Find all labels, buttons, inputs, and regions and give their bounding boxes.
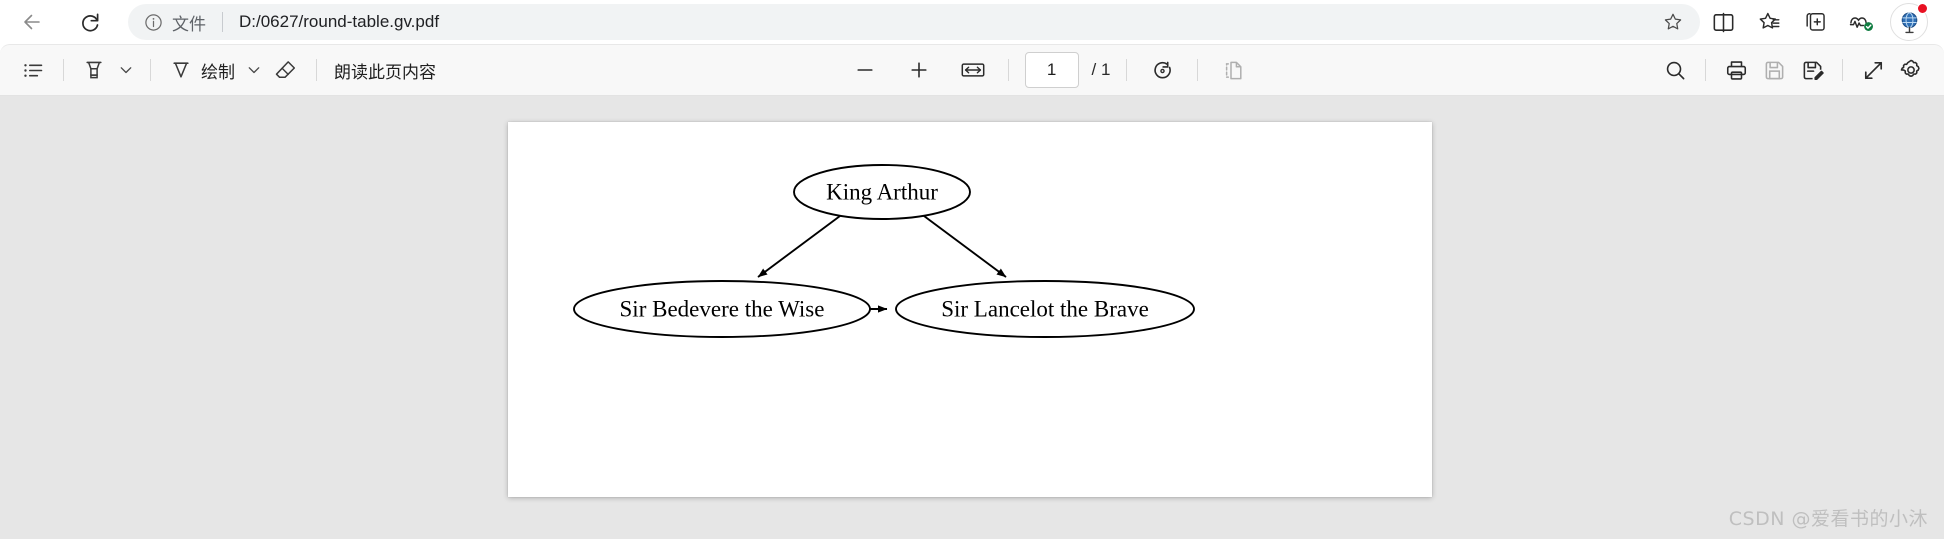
browser-essentials-button[interactable] bbox=[1838, 2, 1884, 42]
fullscreen-button[interactable] bbox=[1854, 51, 1892, 89]
collections-button[interactable] bbox=[1792, 2, 1838, 42]
node-label: Sir Lancelot the Brave bbox=[941, 297, 1149, 322]
toc-button[interactable] bbox=[14, 51, 52, 89]
highlighter-button[interactable] bbox=[75, 51, 113, 89]
omnibox-divider bbox=[222, 12, 223, 32]
profile-notification-badge bbox=[1917, 3, 1928, 14]
node-king-arthur[interactable]: King Arthur bbox=[793, 164, 971, 220]
save-button[interactable] bbox=[1755, 51, 1793, 89]
toolbar-divider bbox=[1842, 59, 1843, 81]
rotate-icon bbox=[1154, 61, 1171, 78]
browser-toolbar: 文件 D:/0627/round-table.gv.pdf bbox=[0, 0, 1944, 44]
save-as-button[interactable] bbox=[1793, 51, 1831, 89]
highlighter-icon bbox=[86, 61, 102, 79]
heartbeat-icon bbox=[1849, 16, 1873, 31]
edge-arthur-lancelot bbox=[919, 212, 1007, 278]
pdf-page: King Arthur Sir Bedevere the Wise Sir La… bbox=[508, 122, 1432, 497]
graph-nodes: King Arthur Sir Bedevere the Wise Sir La… bbox=[573, 164, 1195, 338]
toolbar-divider bbox=[1705, 59, 1706, 81]
print-button[interactable] bbox=[1717, 51, 1755, 89]
save-as-icon bbox=[1803, 61, 1824, 80]
watermark-text: CSDN @爱看书的小沐 bbox=[1728, 508, 1928, 530]
browser-actions bbox=[1700, 2, 1944, 42]
settings-button[interactable] bbox=[1892, 51, 1930, 89]
node-sir-lancelot[interactable]: Sir Lancelot the Brave bbox=[895, 280, 1195, 338]
back-button[interactable] bbox=[12, 2, 52, 42]
gear-icon bbox=[1900, 59, 1920, 78]
save-icon bbox=[1765, 61, 1783, 79]
toolbar-divider bbox=[1197, 59, 1199, 81]
plus-icon bbox=[910, 62, 927, 78]
fit-width-icon bbox=[961, 63, 984, 77]
page-number-input[interactable] bbox=[1024, 52, 1079, 88]
reload-button[interactable] bbox=[70, 2, 110, 42]
pdf-viewer-area[interactable]: King Arthur Sir Bedevere the Wise Sir La… bbox=[0, 96, 1944, 539]
search-icon bbox=[1666, 61, 1684, 79]
node-label: King Arthur bbox=[826, 180, 938, 205]
back-arrow-icon bbox=[24, 14, 40, 30]
search-button[interactable] bbox=[1656, 51, 1694, 89]
eraser-icon bbox=[275, 61, 296, 79]
draw-pen-icon bbox=[173, 62, 189, 78]
rotate-button[interactable] bbox=[1143, 51, 1181, 89]
node-label: Sir Bedevere the Wise bbox=[620, 297, 825, 322]
zoom-in-button[interactable] bbox=[900, 51, 938, 89]
bookmark-star-icon[interactable] bbox=[1656, 5, 1690, 39]
pdf-toolbar-right bbox=[1656, 51, 1944, 89]
minus-icon bbox=[856, 69, 873, 71]
pdf-toolbar-left: 绘制 朗读此页内容 bbox=[0, 51, 442, 89]
pdf-toolbar: 绘制 朗读此页内容 1 / 1 bbox=[0, 44, 1944, 96]
graphviz-round-table-graph: King Arthur Sir Bedevere the Wise Sir La… bbox=[573, 164, 1195, 338]
pdf-toolbar-center: / 1 bbox=[846, 51, 1253, 89]
print-icon bbox=[1726, 60, 1746, 80]
edge-arthur-bedevere bbox=[757, 212, 845, 278]
page-total-label: / 1 bbox=[1091, 60, 1111, 79]
toc-icon bbox=[23, 63, 42, 77]
highlighter-dropdown-button[interactable] bbox=[113, 52, 139, 88]
toolbar-divider bbox=[316, 59, 317, 81]
page-view-icon bbox=[1225, 61, 1242, 79]
draw-label: 绘制 bbox=[201, 62, 235, 83]
collections-icon bbox=[1805, 12, 1825, 31]
fullscreen-icon bbox=[1864, 61, 1882, 79]
reload-icon bbox=[82, 13, 99, 32]
draw-dropdown-button[interactable] bbox=[241, 52, 267, 88]
fit-width-button[interactable] bbox=[954, 51, 992, 89]
read-aloud-label: 朗读此页内容 bbox=[334, 62, 436, 83]
favorites-icon bbox=[1759, 12, 1779, 29]
chevron-down-icon bbox=[248, 67, 260, 74]
split-screen-icon bbox=[1713, 12, 1733, 32]
chevron-down-icon bbox=[120, 67, 132, 74]
draw-button[interactable]: 绘制 bbox=[162, 51, 241, 89]
eraser-button[interactable] bbox=[267, 51, 305, 89]
split-screen-button[interactable] bbox=[1700, 2, 1746, 42]
address-bar[interactable]: 文件 D:/0627/round-table.gv.pdf bbox=[128, 4, 1700, 40]
url-text[interactable]: D:/0627/round-table.gv.pdf bbox=[239, 12, 1656, 32]
read-aloud-button[interactable]: 朗读此页内容 bbox=[328, 51, 442, 89]
toolbar-divider bbox=[150, 59, 151, 81]
scheme-label: 文件 bbox=[172, 14, 206, 35]
toolbar-divider bbox=[1007, 59, 1009, 81]
toolbar-divider bbox=[1126, 59, 1128, 81]
profile-button[interactable] bbox=[1890, 3, 1928, 41]
zoom-out-button[interactable] bbox=[846, 51, 884, 89]
toolbar-divider bbox=[63, 59, 64, 81]
page-view-button[interactable] bbox=[1214, 51, 1252, 89]
info-circle-icon[interactable] bbox=[142, 11, 164, 33]
favorites-button[interactable] bbox=[1746, 2, 1792, 42]
node-sir-bedevere[interactable]: Sir Bedevere the Wise bbox=[573, 280, 871, 338]
